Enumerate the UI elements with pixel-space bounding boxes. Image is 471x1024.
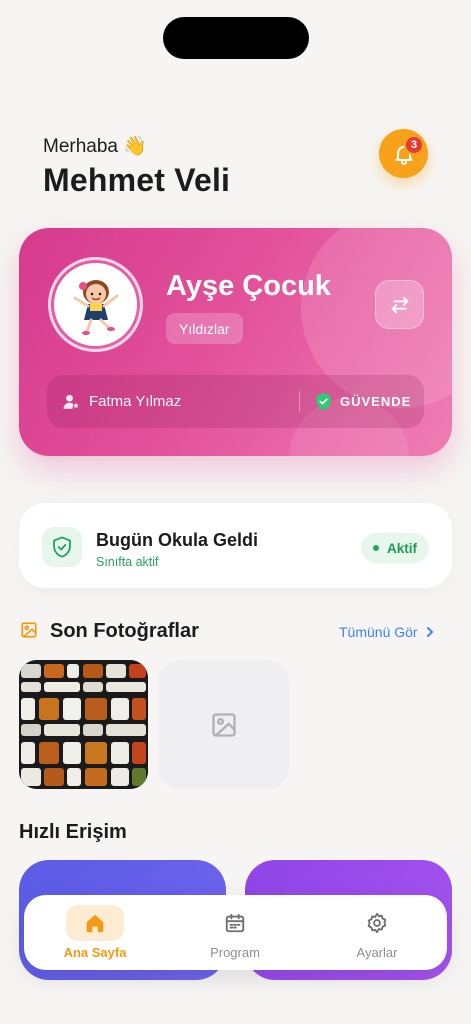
- nav-home-label: Ana Sayfa: [63, 945, 127, 960]
- guardian-name: Fatma Yılmaz: [89, 393, 182, 410]
- nav-home[interactable]: Ana Sayfa: [40, 895, 150, 970]
- attendance-subtitle: Sınıfta aktif: [96, 555, 159, 569]
- chevron-right-icon: [426, 627, 434, 637]
- nav-settings-icon-box: [348, 905, 406, 941]
- safety-status: GÜVENDE: [315, 375, 411, 428]
- status-dot: [373, 545, 379, 551]
- attendance-card[interactable]: Bugün Okula Geldi Sınıfta aktif Aktif: [19, 503, 452, 588]
- home-icon: [86, 914, 104, 933]
- swap-arrows-icon: [391, 296, 408, 313]
- see-all-label: Tümünü Gör: [339, 624, 418, 640]
- child-avatar: [54, 263, 137, 346]
- guardian-status-bar: Fatma Yılmaz GÜVENDE: [47, 375, 424, 428]
- quick-access-title: Hızlı Erişim: [19, 821, 127, 843]
- child-avatar-ring: [48, 257, 143, 352]
- switch-child-button[interactable]: [375, 280, 424, 329]
- class-badge: Yıldızlar: [166, 313, 243, 344]
- shield-check-icon: [316, 393, 331, 410]
- meal-trays-photo: [19, 660, 148, 789]
- nav-program[interactable]: Program: [180, 895, 290, 970]
- photo-thumbnail[interactable]: [19, 660, 148, 789]
- child-illustration-icon: [73, 279, 118, 335]
- attendance-title: Bugün Okula Geldi: [96, 530, 259, 550]
- greeting-text: Merhaba 👋: [43, 136, 147, 157]
- calendar-icon: [225, 913, 245, 933]
- nav-settings[interactable]: Ayarlar: [322, 895, 432, 970]
- nav-program-icon-box: [206, 905, 264, 941]
- child-profile-card[interactable]: Ayşe Çocuk Yıldızlar Fatma Yılmaz GÜVEND…: [19, 228, 452, 456]
- photo-placeholder[interactable]: [158, 660, 289, 789]
- shield-check-icon: [53, 536, 71, 558]
- guardian-user-icon: [62, 393, 80, 411]
- recent-photos-title: Son Fotoğraflar: [50, 620, 199, 642]
- notification-count-badge: 3: [404, 135, 424, 155]
- nav-program-label: Program: [210, 945, 260, 960]
- parent-name: Mehmet Veli: [43, 162, 231, 198]
- gear-icon: [367, 912, 387, 934]
- active-status-badge: Aktif: [361, 533, 429, 563]
- notifications-button[interactable]: 3: [379, 129, 428, 178]
- active-status-label: Aktif: [387, 540, 417, 556]
- see-all-photos-link[interactable]: Tümünü Gör: [339, 624, 434, 640]
- safety-status-label: GÜVENDE: [340, 394, 412, 409]
- image-icon: [21, 622, 37, 638]
- bottom-navigation: Ana Sayfa Program Ayarlar: [24, 895, 447, 970]
- child-name: Ayşe Çocuk: [166, 270, 331, 302]
- dynamic-island: [163, 17, 309, 59]
- image-placeholder-icon: [211, 712, 236, 737]
- divider: [299, 391, 300, 412]
- nav-settings-label: Ayarlar: [356, 945, 398, 960]
- nav-home-icon-box: [66, 905, 124, 941]
- attendance-icon-box: [42, 527, 82, 567]
